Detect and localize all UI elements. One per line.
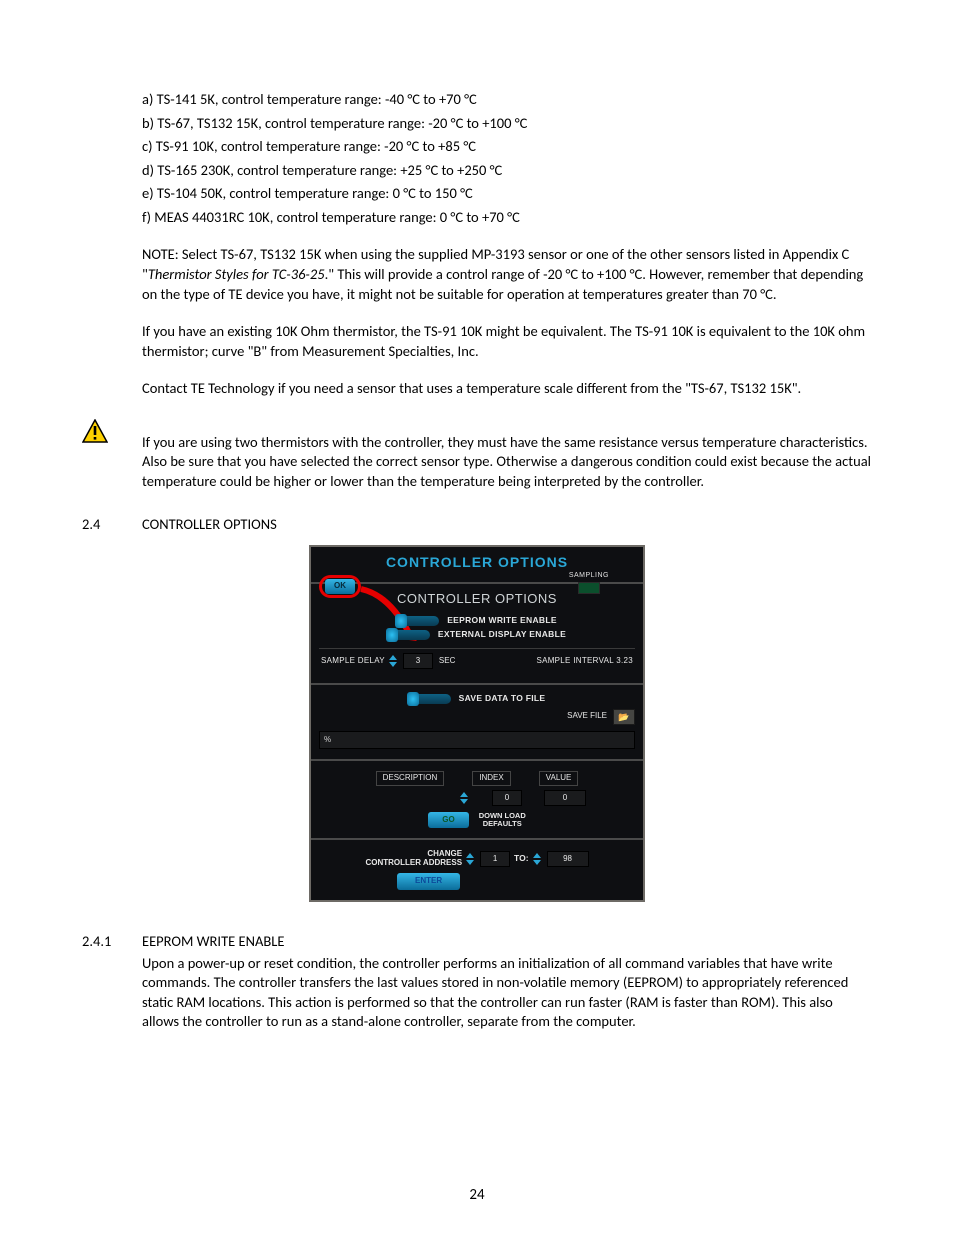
sample-delay-label: SAMPLE DELAY	[321, 656, 385, 667]
section-2-4: 2.4 CONTROLLER OPTIONS	[82, 515, 872, 535]
subsection-title: EEPROM WRITE ENABLE	[142, 932, 284, 952]
sampling-led	[578, 582, 600, 594]
save-path-input[interactable]: %	[319, 731, 635, 749]
warning-icon	[82, 419, 108, 443]
value-header: VALUE	[539, 771, 579, 786]
ok-button[interactable]: OK	[325, 579, 355, 594]
section-number: 2.4	[82, 515, 142, 535]
sampling-indicator: SAMPLING	[569, 571, 609, 594]
value-display: 0	[544, 790, 586, 806]
ok-highlight-circle: OK	[319, 575, 361, 598]
sample-delay-row: SAMPLE DELAY 3 SEC SAMPLE INTERVAL 3.23	[319, 648, 635, 673]
note-paragraph: NOTE: Select TS-67, TS132 15K when using…	[142, 245, 872, 304]
warning-text: If you are using two thermistors with th…	[142, 419, 872, 492]
address-to-input[interactable]: 98	[547, 851, 589, 867]
save-section: SAVE DATA TO FILE SAVE FILE 📂 %	[311, 683, 643, 758]
paragraph-contact: Contact TE Technology if you need a sens…	[142, 379, 872, 399]
save-data-toggle[interactable]	[409, 694, 451, 704]
address-section: CHANGECONTROLLER ADDRESS 1 TO: 98 ENTER	[311, 838, 643, 900]
save-file-label: SAVE FILE	[567, 711, 607, 722]
ui-figure-wrap: CONTROLLER OPTIONS OK SAMPLING CONTROLLE…	[82, 545, 872, 902]
paragraph-equivalent: If you have an existing 10K Ohm thermist…	[142, 322, 872, 361]
address-from-spinner[interactable]	[466, 853, 476, 865]
controller-options-panel: CONTROLLER OPTIONS OK SAMPLING CONTROLLE…	[309, 545, 645, 902]
sampling-label: SAMPLING	[569, 571, 609, 580]
download-defaults-label: DOWN LOADDEFAULTS	[479, 812, 526, 828]
enter-button[interactable]: ENTER	[397, 873, 460, 890]
change-address-label: CHANGECONTROLLER ADDRESS	[365, 850, 462, 867]
to-label: TO:	[514, 853, 528, 864]
option-list: a) TS-141 5K, control temperature range:…	[142, 90, 872, 227]
sample-delay-spinner[interactable]	[389, 655, 399, 667]
subsection-body: Upon a power-up or reset condition, the …	[142, 954, 872, 1032]
index-header: INDEX	[472, 771, 510, 786]
defaults-section: DESCRIPTION INDEX VALUE 0 0 GO DOWN LOAD…	[311, 759, 643, 839]
section-title: CONTROLLER OPTIONS	[142, 515, 277, 535]
external-display-toggle[interactable]	[388, 630, 430, 640]
address-from-input[interactable]: 1	[480, 851, 510, 867]
description-header: DESCRIPTION	[376, 771, 445, 786]
page-number: 24	[0, 1185, 954, 1205]
list-item-e: e) TS-104 50K, control temperature range…	[142, 184, 872, 204]
page: a) TS-141 5K, control temperature range:…	[0, 0, 954, 1235]
folder-open-icon[interactable]: 📂	[613, 709, 635, 725]
banner-title: CONTROLLER OPTIONS	[311, 553, 643, 572]
list-item-d: d) TS-165 230K, control temperature rang…	[142, 161, 872, 181]
sample-delay-unit: SEC	[439, 656, 455, 667]
eeprom-toggle-label: EEPROM WRITE ENABLE	[447, 615, 557, 626]
list-item-a: a) TS-141 5K, control temperature range:…	[142, 90, 872, 110]
note-italic: Thermistor Styles for TC-36-25	[148, 265, 325, 283]
external-display-toggle-row: EXTERNAL DISPLAY ENABLE	[319, 629, 635, 640]
warning-icon-cell	[82, 419, 142, 443]
sample-interval-label: SAMPLE INTERVAL 3.23	[536, 656, 633, 667]
save-data-toggle-label: SAVE DATA TO FILE	[459, 693, 546, 704]
eeprom-toggle-row: EEPROM WRITE ENABLE	[319, 615, 635, 626]
index-input[interactable]: 0	[492, 790, 522, 806]
eeprom-toggle[interactable]	[397, 616, 439, 626]
warning-block: If you are using two thermistors with th…	[82, 419, 872, 492]
list-item-b: b) TS-67, TS132 15K, control temperature…	[142, 114, 872, 134]
panel-banner: CONTROLLER OPTIONS OK SAMPLING	[311, 547, 643, 584]
list-item-f: f) MEAS 44031RC 10K, control temperature…	[142, 208, 872, 228]
external-display-toggle-label: EXTERNAL DISPLAY ENABLE	[438, 629, 566, 640]
index-spinner[interactable]	[460, 792, 470, 804]
list-item-c: c) TS-91 10K, control temperature range:…	[142, 137, 872, 157]
go-button[interactable]: GO	[428, 812, 468, 829]
save-data-toggle-row: SAVE DATA TO FILE	[319, 693, 635, 704]
sample-delay-input[interactable]: 3	[403, 653, 433, 669]
address-to-spinner[interactable]	[533, 853, 543, 865]
options-section: CONTROLLER OPTIONS EEPROM WRITE ENABLE E…	[311, 584, 643, 683]
subsection-number: 2.4.1	[82, 932, 142, 952]
section-2-4-1: 2.4.1 EEPROM WRITE ENABLE Upon a power-u…	[82, 932, 872, 1032]
